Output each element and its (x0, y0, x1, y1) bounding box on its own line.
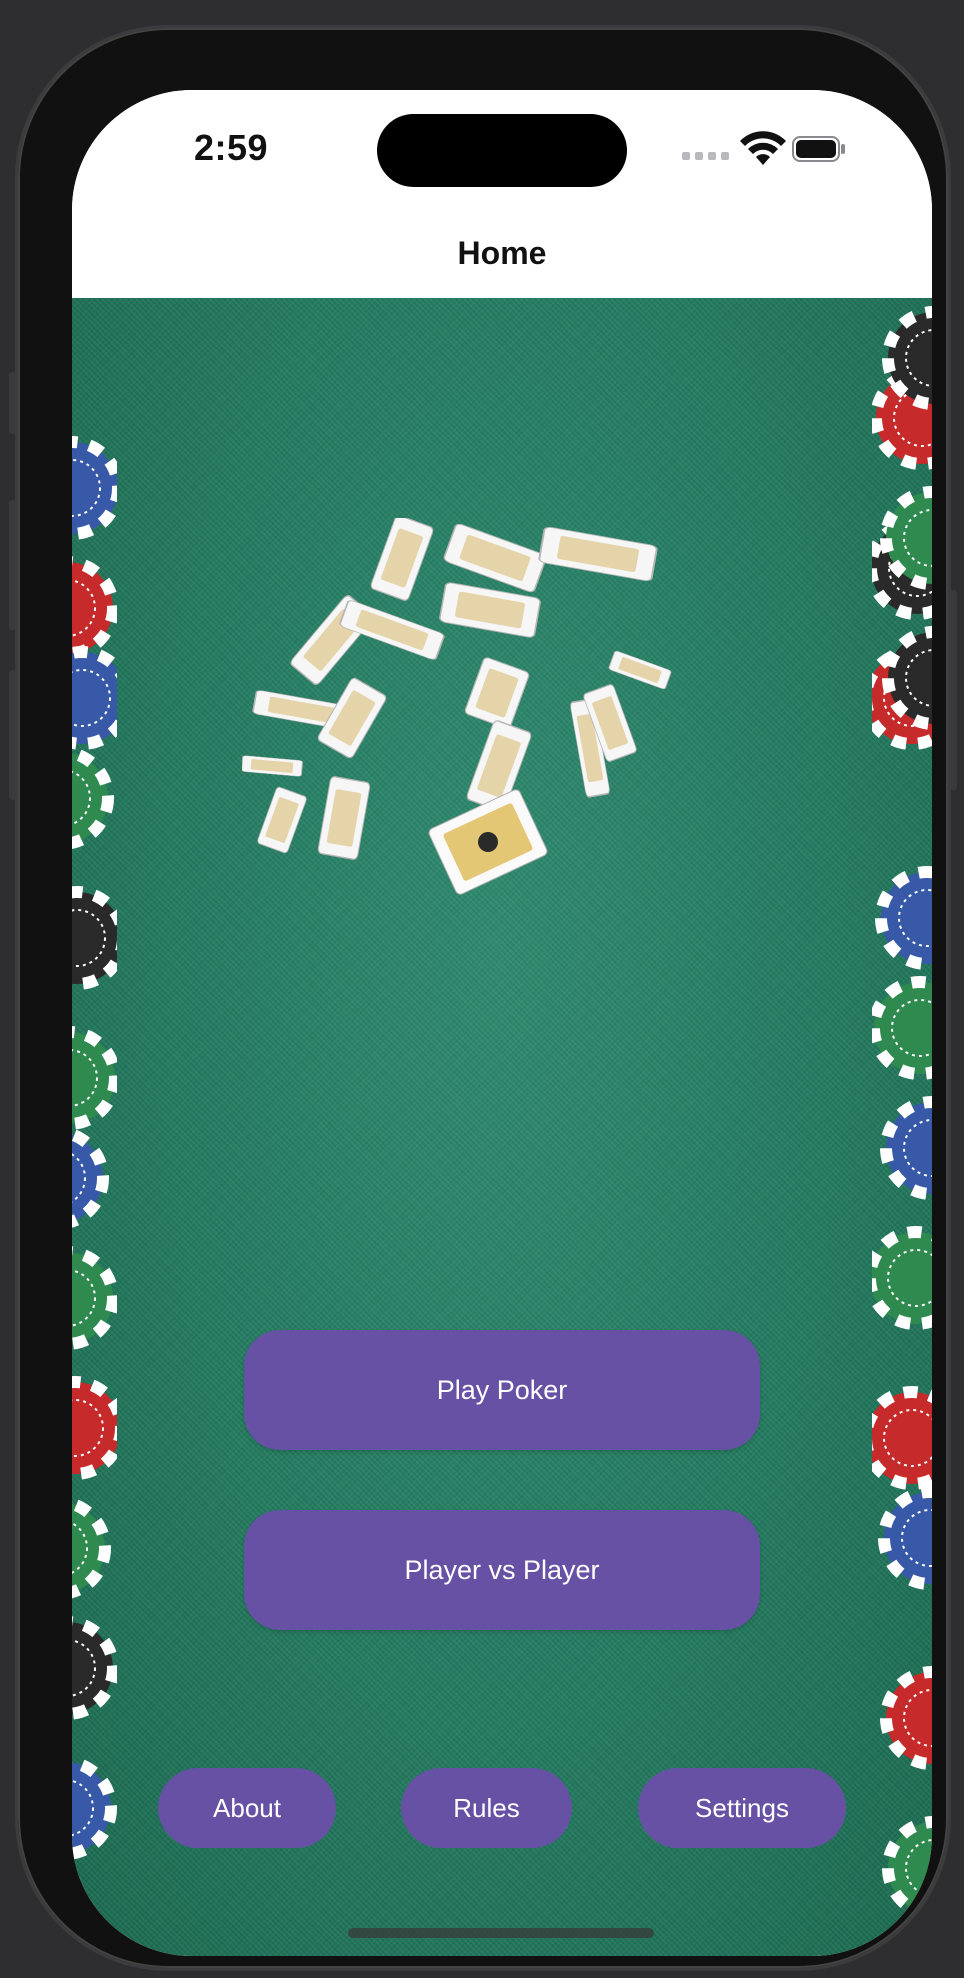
status-time: 2:59 (194, 127, 269, 168)
navigation-bar: 2:59 Home (72, 90, 932, 298)
page-title: Home (457, 235, 547, 271)
dynamic-island (377, 114, 627, 187)
home-indicator[interactable] (348, 1928, 654, 1938)
settings-button[interactable]: Settings (638, 1768, 846, 1848)
app-screen: 2:59 Home Play Poker Player vs Player Ab… (72, 90, 932, 1956)
poker-chips-right (872, 298, 932, 1956)
power-button (950, 590, 957, 790)
player-vs-player-button[interactable]: Player vs Player (244, 1510, 760, 1630)
play-poker-button[interactable]: Play Poker (244, 1330, 760, 1450)
phone-frame: 2:59 Home Play Poker Player vs Player Ab… (18, 28, 948, 1968)
wifi-icon (740, 131, 786, 165)
volume-down-button (9, 670, 16, 800)
cellular-signal-icon (682, 152, 729, 160)
poker-chips-left (72, 298, 117, 1956)
about-button[interactable]: About (158, 1768, 336, 1848)
rules-button[interactable]: Rules (401, 1768, 572, 1848)
battery-icon (792, 136, 845, 162)
action-button (9, 372, 16, 434)
volume-up-button (9, 500, 16, 630)
poker-table-background: Play Poker Player vs Player About Rules … (72, 298, 932, 1956)
flying-cards-illustration (242, 518, 673, 895)
